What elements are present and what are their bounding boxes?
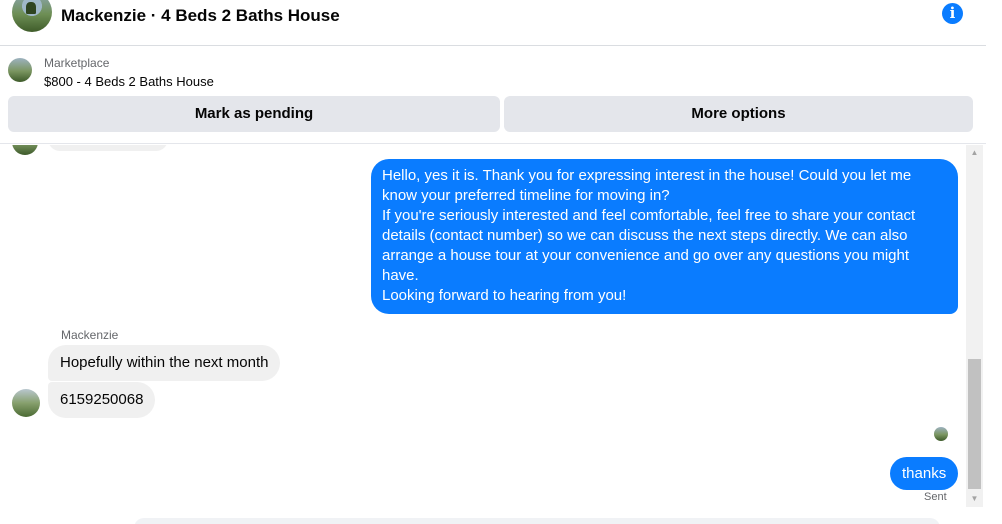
message-bubble-incoming xyxy=(48,145,168,151)
message-line: If you're seriously interested and feel … xyxy=(382,207,916,284)
message-status: Sent xyxy=(924,491,947,503)
message-line: Hello, yes it is. Thank you for expressi… xyxy=(382,167,912,204)
message-bubble-incoming[interactable]: Hopefully within the next month xyxy=(48,345,281,381)
marketplace-context: Marketplace $800 - 4 Beds 2 Baths House … xyxy=(0,46,986,144)
message-bubble-outgoing[interactable]: thanks xyxy=(890,457,958,490)
scroll-down-icon[interactable]: ▼ xyxy=(966,491,983,507)
message-composer[interactable] xyxy=(134,518,940,524)
listing-thumbnail[interactable] xyxy=(8,58,32,82)
scroll-up-icon[interactable]: ▲ xyxy=(966,145,983,161)
message-bubble-outgoing[interactable]: Hello, yes it is. Thank you for expressi… xyxy=(371,159,958,314)
sender-name: Mackenzie xyxy=(61,328,119,342)
seen-avatar xyxy=(934,427,948,441)
mark-as-pending-button[interactable]: Mark as pending xyxy=(8,96,500,132)
thread-scrollbar[interactable]: ▲ ▼ xyxy=(966,145,983,507)
avatar xyxy=(12,145,38,155)
message-bubble-incoming[interactable]: 6159250068 xyxy=(48,382,156,418)
listing-price-title[interactable]: $800 - 4 Beds 2 Baths House xyxy=(44,74,214,89)
conversation-title[interactable]: Mackenzie · 4 Beds 2 Baths House xyxy=(61,6,340,26)
marketplace-label: Marketplace xyxy=(44,56,110,70)
scrollbar-thumb[interactable] xyxy=(968,359,981,489)
message-thread[interactable]: Hello, yes it is. Thank you for expressi… xyxy=(0,145,966,524)
avatar[interactable] xyxy=(12,389,40,417)
info-icon[interactable]: i xyxy=(942,3,963,24)
message-line: Looking forward to hearing from you! xyxy=(382,287,627,304)
more-options-button[interactable]: More options xyxy=(504,96,973,132)
listing-avatar[interactable] xyxy=(12,0,52,32)
conversation-header: Mackenzie · 4 Beds 2 Baths House i xyxy=(0,0,986,46)
